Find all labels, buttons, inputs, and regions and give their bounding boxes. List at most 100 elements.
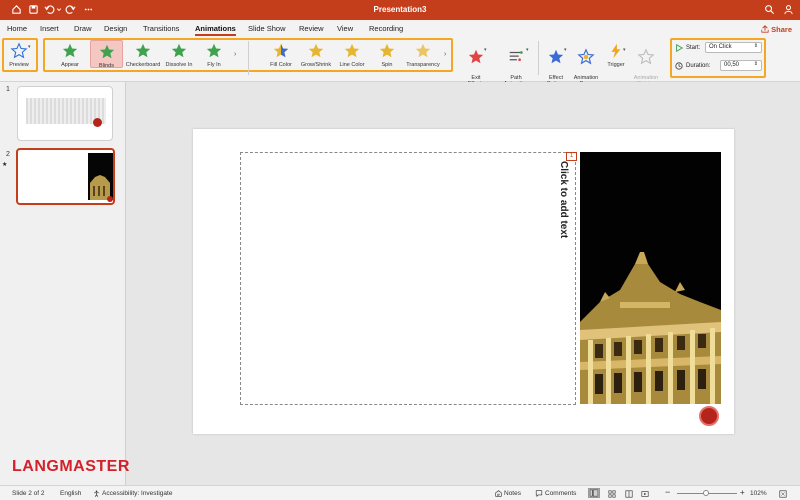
zoom-out-button[interactable]: − — [665, 487, 670, 497]
emphasis-gallery-next-icon[interactable]: › — [444, 51, 446, 58]
zoom-in-button[interactable]: + — [740, 488, 745, 497]
checkerboard-label: Checkerboard — [125, 62, 161, 68]
slide-number: 2 — [6, 151, 10, 158]
slideshow-view-icon[interactable] — [641, 490, 649, 498]
langmaster-watermark: LANGMASTER — [12, 458, 130, 475]
animation-painter-icon — [637, 48, 655, 66]
notes-icon — [495, 490, 502, 497]
notes-label: Notes — [504, 490, 521, 497]
normal-view-icon[interactable] — [588, 488, 600, 498]
duration-label: Duration: — [686, 63, 711, 69]
effect-options-dropdown-icon[interactable]: ▾ — [564, 47, 567, 53]
tab-recording[interactable]: Recording — [369, 24, 403, 33]
zoom-slider-handle[interactable] — [703, 490, 709, 496]
start-label: Start: — [686, 45, 701, 51]
effect-fly-in[interactable]: Fly In — [198, 42, 230, 68]
search-icon[interactable] — [764, 4, 775, 15]
preview-dropdown-icon[interactable]: ▾ — [28, 44, 31, 50]
effect-line-color[interactable]: Line Color — [336, 42, 368, 68]
reading-view-icon[interactable] — [625, 490, 633, 498]
transparency-label: Transparency — [406, 62, 440, 68]
animation-painter-button[interactable]: Animation Painter — [630, 42, 662, 87]
animation-pane-button[interactable]: Animation Pane — [570, 42, 602, 87]
share-icon — [761, 25, 769, 33]
tab-insert[interactable]: Insert — [40, 24, 59, 33]
thumbnail-seal — [107, 196, 113, 202]
exit-effects-dropdown-icon[interactable]: ▾ — [484, 47, 487, 53]
tab-view[interactable]: View — [337, 24, 353, 33]
trigger-button[interactable]: Trigger — [603, 42, 629, 68]
effect-blinds[interactable]: Blinds — [90, 40, 123, 69]
tab-draw[interactable]: Draw — [74, 24, 92, 33]
animation-pane-icon — [577, 48, 595, 66]
grow-shrink-label: Grow/Shrink — [300, 62, 332, 68]
appear-label: Appear — [61, 62, 79, 68]
slide-counter: Slide 2 of 2 — [12, 490, 45, 497]
exit-effects-button[interactable]: Exit Effects — [460, 42, 492, 87]
preview-star-icon — [10, 42, 28, 60]
slide-canvas: 1 Click to add text — [126, 82, 800, 485]
duration-input[interactable]: 00,50 ⇕ — [720, 60, 762, 71]
effect-options-icon — [547, 48, 565, 66]
thumbnail-seal — [93, 118, 102, 127]
accessibility-label: Accessibility: Investigate — [102, 490, 173, 497]
tab-design[interactable]: Design — [104, 24, 127, 33]
effect-spin[interactable]: Spin — [372, 42, 402, 68]
accessibility-icon — [94, 490, 99, 497]
effect-grow-shrink[interactable]: Grow/Shrink — [298, 42, 334, 68]
account-icon[interactable] — [783, 4, 794, 15]
slide-thumbnail-panel: 1 2 ★ — [0, 82, 126, 485]
zoom-level[interactable]: 102% — [750, 490, 767, 497]
effect-transparency[interactable]: Transparency — [404, 42, 442, 68]
animation-star-icon: ★ — [2, 162, 8, 168]
tab-slide-show[interactable]: Slide Show — [248, 24, 286, 33]
slide-thumbnail-1[interactable] — [17, 86, 113, 141]
animation-order-badge[interactable]: 1 — [566, 152, 577, 161]
slide-thumbnail-2[interactable] — [16, 148, 115, 205]
play-icon — [676, 44, 683, 52]
path-animation-icon — [507, 48, 525, 66]
ribbon-separator — [538, 41, 539, 75]
fill-color-star-icon — [272, 42, 290, 60]
blinds-star-icon — [98, 43, 116, 61]
effect-checkerboard[interactable]: Checkerboard — [124, 42, 162, 68]
spin-label: Spin — [381, 62, 393, 68]
duration-row: Duration: — [675, 62, 710, 70]
path-animation-dropdown-icon[interactable]: ▾ — [526, 47, 529, 53]
tab-review[interactable]: Review — [299, 24, 324, 33]
fly-in-label: Fly In — [207, 62, 221, 68]
red-seal-logo — [699, 406, 719, 426]
trigger-dropdown-icon[interactable]: ▾ — [623, 47, 626, 53]
entrance-gallery-next-icon[interactable]: › — [234, 51, 236, 58]
tab-animations[interactable]: Animations — [195, 24, 236, 36]
transparency-star-icon — [414, 42, 432, 60]
tab-transitions[interactable]: Transitions — [143, 24, 179, 33]
comments-button[interactable]: Comments — [535, 490, 576, 497]
opera-house-photo[interactable] — [580, 152, 721, 404]
notes-button[interactable]: Notes — [495, 490, 521, 497]
fill-color-label: Fill Color — [270, 62, 292, 68]
thumbnail-building-image — [88, 153, 113, 200]
slide-sorter-icon[interactable] — [608, 490, 616, 498]
share-button[interactable]: Share — [761, 23, 792, 35]
duration-stepper-icon[interactable]: ⇕ — [754, 61, 758, 67]
effect-dissolve-in[interactable]: Dissolve In — [162, 42, 196, 68]
fit-to-window-icon[interactable] — [779, 490, 787, 498]
placeholder-text: Click to add text — [558, 161, 569, 239]
text-placeholder[interactable]: 1 Click to add text — [240, 152, 577, 405]
thumbnail-photo — [88, 153, 113, 200]
effect-appear[interactable]: Appear — [52, 42, 88, 68]
share-label: Share — [771, 24, 792, 34]
trigger-label: Trigger — [607, 62, 625, 68]
fly-in-star-icon — [205, 42, 223, 60]
tab-home[interactable]: Home — [7, 24, 27, 33]
line-color-star-icon — [343, 42, 361, 60]
clock-icon — [675, 62, 683, 70]
effect-fill-color[interactable]: Fill Color — [264, 42, 298, 68]
language-indicator[interactable]: English — [60, 490, 81, 497]
preview-label: Preview — [9, 62, 29, 68]
start-select[interactable]: On Click ⇕ — [705, 42, 762, 53]
accessibility-button[interactable]: Accessibility: Investigate — [93, 490, 172, 497]
start-value: On Click — [709, 44, 732, 50]
dissolve-in-star-icon — [170, 42, 188, 60]
